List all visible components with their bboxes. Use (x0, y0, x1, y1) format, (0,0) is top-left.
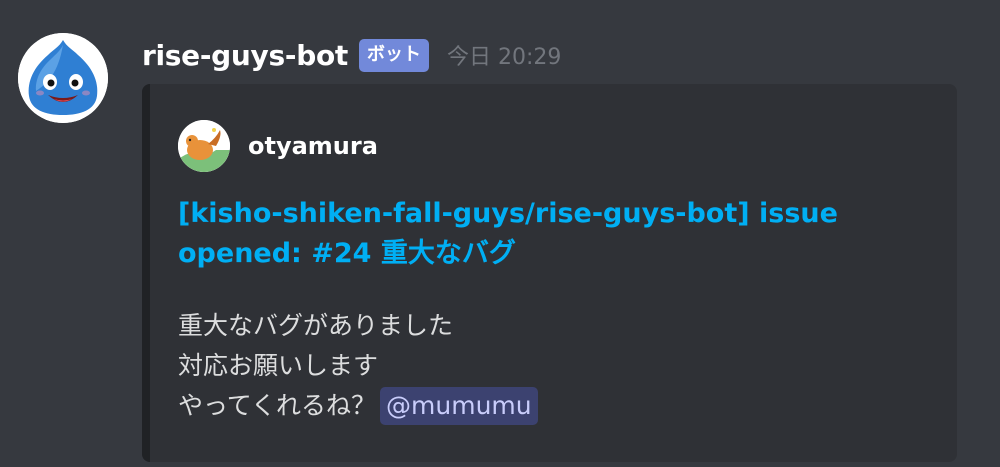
embed-accent-bar (142, 84, 150, 462)
slime-icon (18, 33, 108, 123)
user-mention[interactable]: @mumumu (380, 387, 538, 425)
bot-avatar[interactable] (18, 33, 108, 123)
description-line: 重大なバグがありました (178, 311, 454, 340)
bot-username[interactable]: rise-guys-bot (142, 39, 348, 72)
message-timestamp[interactable]: 今日 20:29 (447, 39, 561, 71)
embed-author: otyamura (178, 120, 378, 172)
message-header: rise-guys-bot ボット 今日 20:29 (142, 30, 561, 80)
author-avatar-icon (178, 120, 230, 172)
embed-author-name[interactable]: otyamura (248, 132, 378, 160)
description-text: やってくれるね？ (178, 391, 377, 420)
message-embed: otyamura [kisho-shiken-fall-guys/rise-gu… (142, 84, 957, 462)
bot-tag-badge: ボット (358, 38, 429, 72)
embed-description: 重大なバグがありました 対応お願いします やってくれるね？ @mumumu (178, 306, 898, 426)
description-line: 対応お願いします (178, 351, 379, 380)
embed-title-link[interactable]: [kisho-shiken-fall-guys/rise-guys-bot] i… (178, 194, 878, 274)
description-line: やってくれるね？ @mumumu (178, 386, 898, 426)
